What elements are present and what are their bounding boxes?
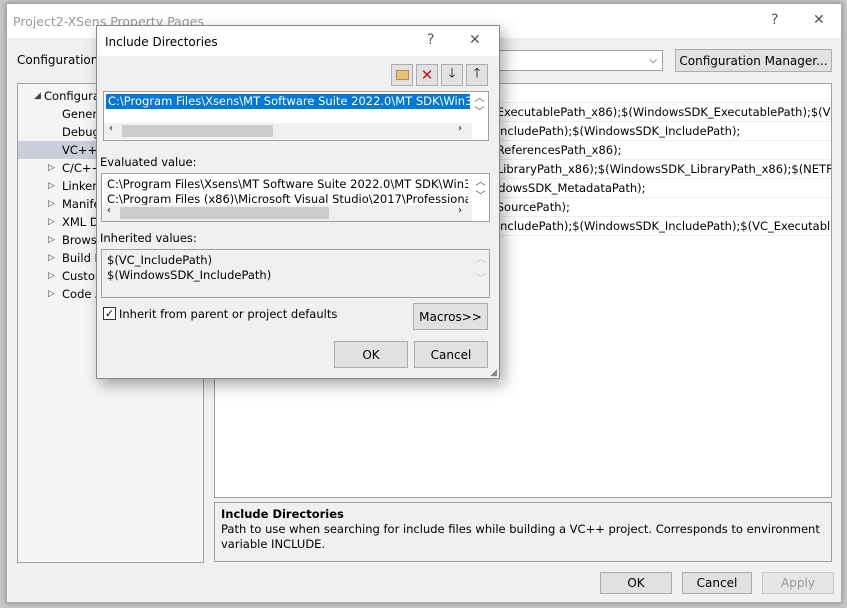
inherited-line: $(VC_IncludePath) [107,253,213,267]
dialog-ok-button[interactable]: OK [334,341,408,368]
new-line-button[interactable] [391,64,413,86]
expanded-arrow-icon[interactable]: ◢ [34,87,41,105]
configuration-label: Configuration: [17,53,103,67]
arrow-up-icon: 🡑 [473,66,481,81]
dialog-help-button[interactable]: ? [427,32,434,48]
collapsed-arrow-icon[interactable]: ▷ [48,177,55,195]
collapsed-arrow-icon[interactable]: ▷ [48,285,55,303]
include-directories-dialog: Include Directories ? ✕ ✕ 🡓 🡑 C:\Program… [96,25,500,379]
property-value: _IncludePath);$(WindowsSDK_IncludePath);… [491,219,832,233]
collapsed-arrow-icon[interactable]: ▷ [48,213,55,231]
chevron-down-icon: ⌵ [649,55,657,66]
new-folder-icon [395,70,409,80]
inherited-vscroll: ︿ ﹀ [475,254,486,285]
collapsed-arrow-icon[interactable]: ▷ [48,267,55,285]
collapsed-arrow-icon[interactable]: ▷ [48,249,55,267]
close-button[interactable]: ✕ [813,12,825,28]
list-hscroll[interactable]: ‹ › [104,123,472,139]
collapsed-arrow-icon[interactable]: ▷ [48,159,55,177]
list-item-selected[interactable]: C:\Program Files\Xsens\MT Software Suite… [106,94,488,109]
move-up-button[interactable]: 🡑 [466,64,488,86]
tree-item-label: Linker [62,179,97,193]
collapsed-arrow-icon[interactable]: ▷ [48,195,55,213]
directories-list[interactable]: C:\Program Files\Xsens\MT Software Suite… [103,91,489,141]
evaluated-line: C:\Program Files\Xsens\MT Software Suite… [107,177,468,191]
property-value: _SourcePath); [491,200,570,214]
evaluated-vscroll[interactable]: ︿ ﹀ [472,174,489,206]
macros-button[interactable]: Macros>> [413,303,488,330]
description-title: Include Directories [221,507,344,521]
configuration-manager-button[interactable]: Configuration Manager... [675,49,832,72]
inherit-checkbox[interactable]: ✓ [103,307,116,320]
delete-x-icon: ✕ [420,66,434,84]
inherited-values-box: $(VC_IncludePath) $(WindowsSDK_IncludePa… [101,249,490,298]
evaluated-value-box: C:\Program Files\Xsens\MT Software Suite… [101,173,490,222]
dialog-cancel-button[interactable]: Cancel [414,341,488,368]
dialog-close-button[interactable]: ✕ [469,32,481,48]
configuration-dropdown[interactable]: ⌵ [487,50,663,71]
inherited-values-label: Inherited values: [100,231,197,245]
property-value: _ExecutablePath_x86);$(WindowsSDK_Execut… [491,105,832,119]
description-text: Path to use when searching for include f… [221,522,820,551]
move-down-button[interactable]: 🡓 [441,64,463,86]
apply-button[interactable]: Apply [762,572,834,594]
dialog-title: Include Directories [97,26,499,56]
cancel-button[interactable]: Cancel [682,572,752,594]
property-value: ndowsSDK_MetadataPath); [491,181,646,195]
inherit-checkbox-label[interactable]: Inherit from parent or project defaults [119,307,337,321]
property-value: _ReferencesPath_x86); [491,143,622,157]
collapsed-arrow-icon[interactable]: ▷ [48,231,55,249]
arrow-down-icon: 🡓 [448,66,456,81]
evaluated-hscroll[interactable]: ‹ › [102,205,472,221]
list-vscroll[interactable]: ︿ ﹀ [471,92,488,124]
property-value: _IncludePath);$(WindowsSDK_IncludePath); [491,124,741,138]
ok-button[interactable]: OK [600,572,672,594]
checkmark-icon: ✓ [104,307,115,320]
evaluated-value-label: Evaluated value: [100,155,197,169]
resize-grip-icon[interactable]: ◢ [490,368,497,378]
help-button[interactable]: ? [771,12,778,28]
delete-button[interactable]: ✕ [416,64,438,86]
property-value: _LibraryPath_x86);$(WindowsSDK_LibraryPa… [491,162,832,176]
description-panel: Include Directories Path to use when sea… [214,502,832,562]
inherited-line: $(WindowsSDK_IncludePath) [107,268,272,282]
